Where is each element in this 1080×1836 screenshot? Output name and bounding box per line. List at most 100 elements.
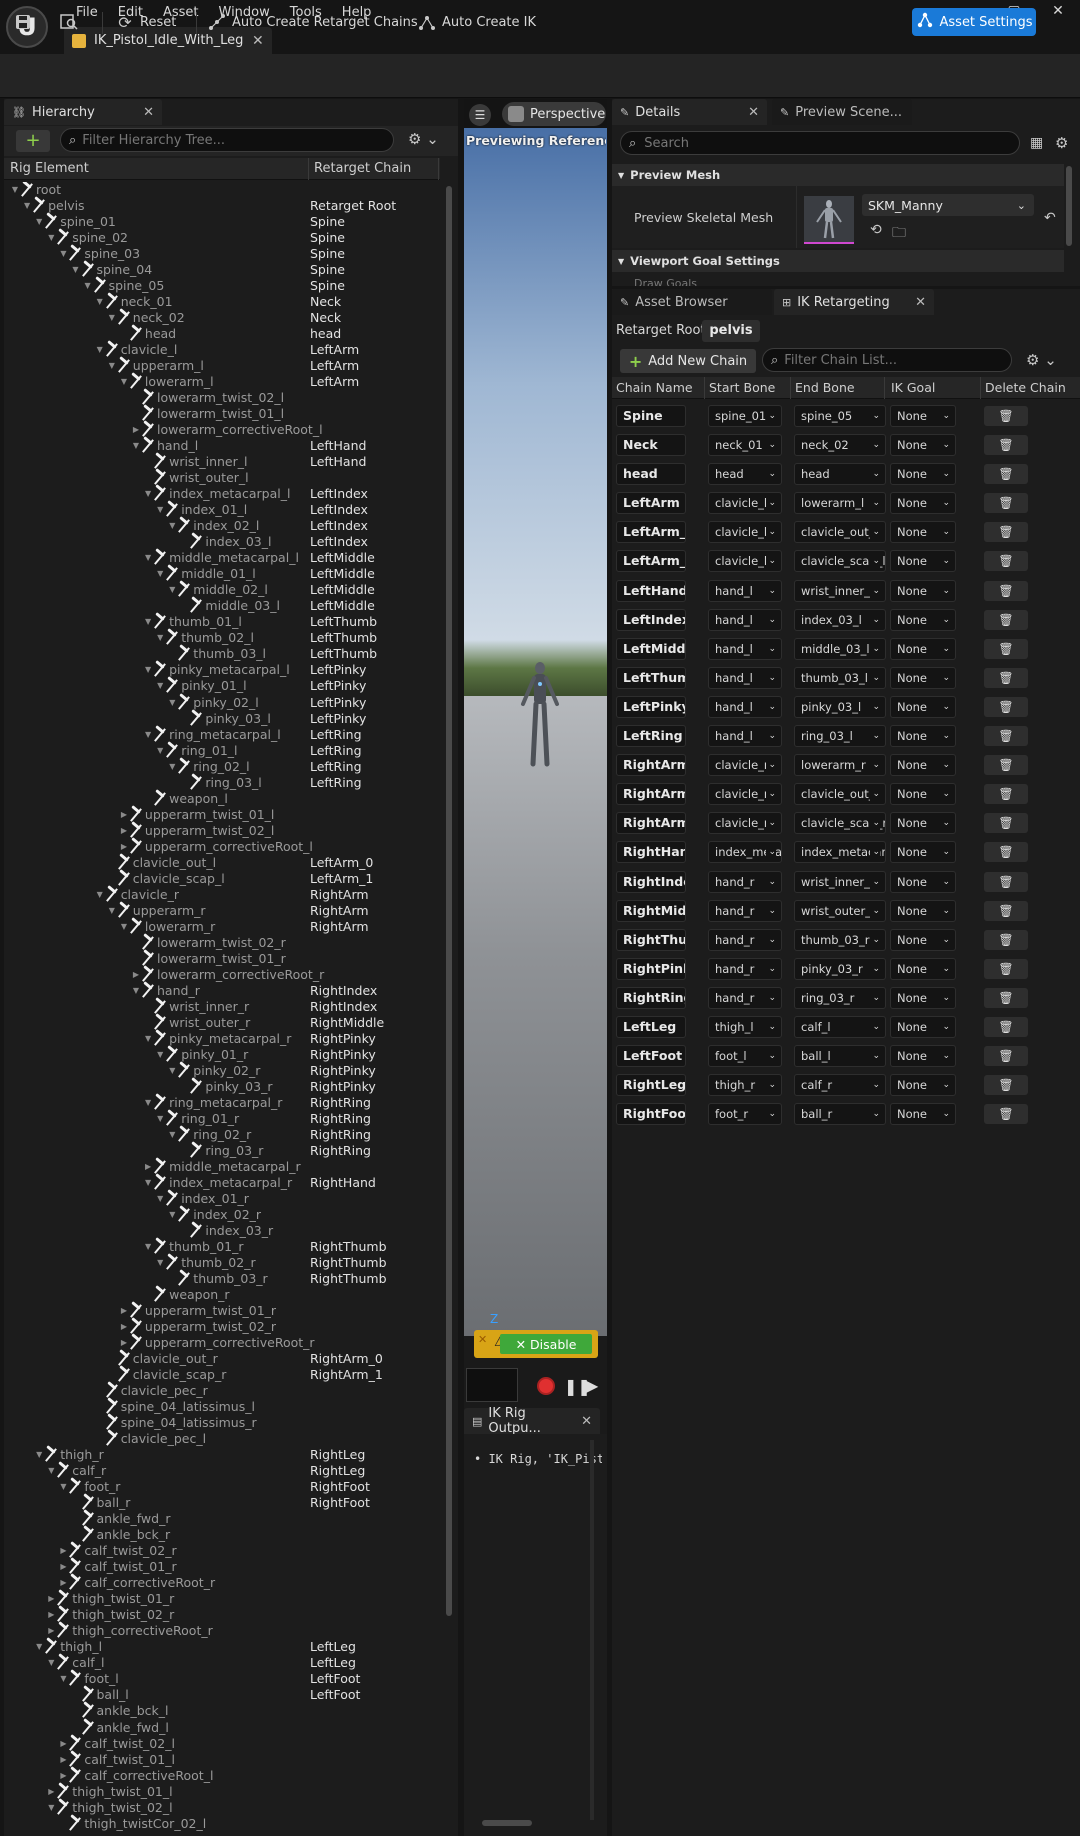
collapsed-arrow-icon[interactable]: ▶ <box>119 1303 129 1319</box>
hierarchy-row[interactable]: ▶ upperarm_correctiveRoot_l <box>4 839 440 855</box>
close-window-button[interactable]: ✕ <box>1036 0 1080 22</box>
ik-goal-dropdown[interactable]: None ⌄ <box>890 870 956 893</box>
hierarchy-row[interactable]: ▼ thumb_01_r RightThumb <box>4 1239 440 1255</box>
delete-chain-button[interactable]: 🗑 <box>984 900 1028 921</box>
hierarchy-row[interactable]: ▶ thigh_twist_01_r <box>4 1591 440 1607</box>
hierarchy-row[interactable]: ▶ calf_twist_01_l <box>4 1752 440 1768</box>
hierarchy-row[interactable]: ▼ hand_r RightIndex <box>4 983 440 999</box>
expand-arrow-icon[interactable]: ▼ <box>46 1655 56 1671</box>
chain-name-field[interactable]: LeftThumb <box>616 666 686 689</box>
chain-name-field[interactable]: LeftFoot <box>616 1045 686 1068</box>
chain-name-field[interactable]: LeftArm <box>616 492 686 515</box>
hierarchy-row[interactable]: wrist_outer_l <box>4 470 440 486</box>
column-divider[interactable] <box>308 158 309 180</box>
retarget-root-value[interactable]: pelvis <box>702 320 760 342</box>
hierarchy-row[interactable]: ring_03_r RightRing <box>4 1143 440 1159</box>
expand-arrow-icon[interactable]: ▼ <box>155 1255 165 1271</box>
delete-chain-button[interactable]: 🗑 <box>984 929 1028 950</box>
hierarchy-filter-input[interactable]: ⌕ Filter Hierarchy Tree... <box>60 128 394 152</box>
record-icon[interactable] <box>537 1377 555 1395</box>
hierarchy-row[interactable]: ball_r RightFoot <box>4 1495 440 1511</box>
chain-name-field[interactable]: LeftPinky <box>616 695 686 718</box>
hierarchy-row[interactable]: ▼ pinky_01_r RightPinky <box>4 1047 440 1063</box>
expand-arrow-icon[interactable]: ▼ <box>143 614 153 630</box>
expand-arrow-icon[interactable]: ▼ <box>167 695 177 711</box>
end-bone-dropdown[interactable]: ring_03_r ⌄ <box>794 986 886 1009</box>
hierarchy-row[interactable]: ▼ thigh_l LeftLeg <box>4 1639 440 1655</box>
browse-button[interactable] <box>60 8 78 36</box>
hierarchy-row[interactable]: ▶ upperarm_twist_01_l <box>4 807 440 823</box>
delete-chain-button[interactable]: 🗑 <box>984 551 1028 572</box>
start-bone-dropdown[interactable]: hand_l ⌄ <box>708 666 782 689</box>
ik-goal-dropdown[interactable]: None ⌄ <box>890 899 956 922</box>
expand-arrow-icon[interactable]: ▼ <box>167 1127 177 1143</box>
delete-chain-button[interactable]: 🗑 <box>984 784 1028 805</box>
start-bone-dropdown[interactable]: hand_r ⌄ <box>708 870 782 893</box>
end-bone-dropdown[interactable]: clavicle_scap_l ⌄ <box>794 550 886 573</box>
chain-name-field[interactable]: Neck <box>616 434 686 457</box>
hierarchy-row[interactable]: ▼ ring_02_r RightRing <box>4 1127 440 1143</box>
details-scrollbar[interactable] <box>1066 166 1072 246</box>
expand-arrow-icon[interactable]: ▼ <box>119 919 129 935</box>
ik-goal-dropdown[interactable]: None ⌄ <box>890 957 956 980</box>
end-bone-dropdown[interactable]: spine_05 ⌄ <box>794 405 886 427</box>
ik-goal-dropdown[interactable]: None ⌄ <box>890 521 956 544</box>
hierarchy-row[interactable]: ▼ middle_01_l LeftMiddle <box>4 566 440 582</box>
expand-arrow-icon[interactable]: ▼ <box>155 1047 165 1063</box>
end-bone-dropdown[interactable]: wrist_inner_r ⌄ <box>794 870 886 893</box>
tab-hierarchy[interactable]: ⛓ Hierarchy ✕ <box>4 99 162 125</box>
end-bone-dropdown[interactable]: calf_r ⌄ <box>794 1074 886 1097</box>
expand-arrow-icon[interactable]: ▼ <box>155 1111 165 1127</box>
hierarchy-row[interactable]: wrist_inner_r RightIndex <box>4 999 440 1015</box>
column-ik-goal[interactable]: IK Goal <box>891 380 935 395</box>
ik-goal-dropdown[interactable]: None ⌄ <box>890 608 956 631</box>
collapsed-arrow-icon[interactable]: ▶ <box>46 1591 56 1607</box>
start-bone-dropdown[interactable]: neck_01 ⌄ <box>708 434 782 457</box>
expand-arrow-icon[interactable]: ▼ <box>143 1175 153 1191</box>
hierarchy-row[interactable]: ▼ index_01_l LeftIndex <box>4 502 440 518</box>
hierarchy-row[interactable]: ▼ foot_r RightFoot <box>4 1479 440 1495</box>
end-bone-dropdown[interactable]: ring_03_l ⌄ <box>794 725 886 748</box>
hierarchy-row[interactable]: ▼ calf_r RightLeg <box>4 1463 440 1479</box>
end-bone-dropdown[interactable]: wrist_outer_r ⌄ <box>794 899 886 922</box>
hierarchy-row[interactable]: ▶ thigh_twist_02_r <box>4 1607 440 1623</box>
expand-arrow-icon[interactable]: ▼ <box>167 1207 177 1223</box>
expand-arrow-icon[interactable]: ▼ <box>34 214 44 230</box>
chain-name-field[interactable]: RightRing <box>616 986 686 1009</box>
collapsed-arrow-icon[interactable]: ▶ <box>143 1159 153 1175</box>
viewport-menu-icon[interactable]: ☰ <box>469 104 491 126</box>
expand-arrow-icon[interactable]: ▼ <box>107 903 117 919</box>
ik-goal-dropdown[interactable]: None ⌄ <box>890 550 956 573</box>
timeline-field[interactable] <box>466 1368 518 1402</box>
end-bone-dropdown[interactable]: head ⌄ <box>794 463 886 486</box>
expand-arrow-icon[interactable]: ▼ <box>95 887 105 903</box>
expand-arrow-icon[interactable]: ▼ <box>119 374 129 390</box>
delete-chain-button[interactable]: 🗑 <box>984 696 1028 717</box>
hierarchy-row[interactable]: ankle_fwd_r <box>4 1511 440 1527</box>
expand-arrow-icon[interactable]: ▼ <box>155 743 165 759</box>
hierarchy-row[interactable]: ▼ thumb_02_r RightThumb <box>4 1255 440 1271</box>
hierarchy-row[interactable]: ▼ clavicle_r RightArm <box>4 887 440 903</box>
expand-arrow-icon[interactable]: ▼ <box>155 566 165 582</box>
start-bone-dropdown[interactable]: clavicle_l ⌄ <box>708 521 782 544</box>
hierarchy-row[interactable]: clavicle_scap_r RightArm_1 <box>4 1367 440 1383</box>
expand-arrow-icon[interactable]: ▼ <box>83 278 93 294</box>
close-icon[interactable]: ✕ <box>748 105 759 120</box>
add-new-chain-button[interactable]: + Add New Chain <box>620 349 756 373</box>
end-bone-dropdown[interactable]: ball_l ⌄ <box>794 1045 886 1068</box>
end-bone-dropdown[interactable]: wrist_inner_l ⌄ <box>794 579 886 602</box>
hierarchy-row[interactable]: pinky_03_r RightPinky <box>4 1079 440 1095</box>
hierarchy-row[interactable]: clavicle_scap_l LeftArm_1 <box>4 871 440 887</box>
expand-arrow-icon[interactable]: ▼ <box>46 1463 56 1479</box>
hierarchy-row[interactable]: spine_04_latissimus_r <box>4 1415 440 1431</box>
table-view-icon[interactable]: ▦ <box>1030 135 1043 151</box>
hierarchy-row[interactable]: ▶ calf_correctiveRoot_r <box>4 1575 440 1591</box>
collapsed-arrow-icon[interactable]: ▶ <box>119 807 129 823</box>
hierarchy-scrollbar[interactable] <box>446 186 452 1616</box>
hierarchy-row[interactable]: thigh_twistCor_02_l <box>4 1816 440 1832</box>
disable-button[interactable]: ✕ Disable <box>500 1334 592 1354</box>
tab-ik-retargeting[interactable]: ⊞ IK Retargeting ✕ <box>774 289 934 315</box>
collapsed-arrow-icon[interactable]: ▶ <box>131 422 141 438</box>
hierarchy-row[interactable]: ▼ spine_05 Spine <box>4 278 440 294</box>
hierarchy-row[interactable]: ▶ lowerarm_correctiveRoot_l <box>4 422 440 438</box>
